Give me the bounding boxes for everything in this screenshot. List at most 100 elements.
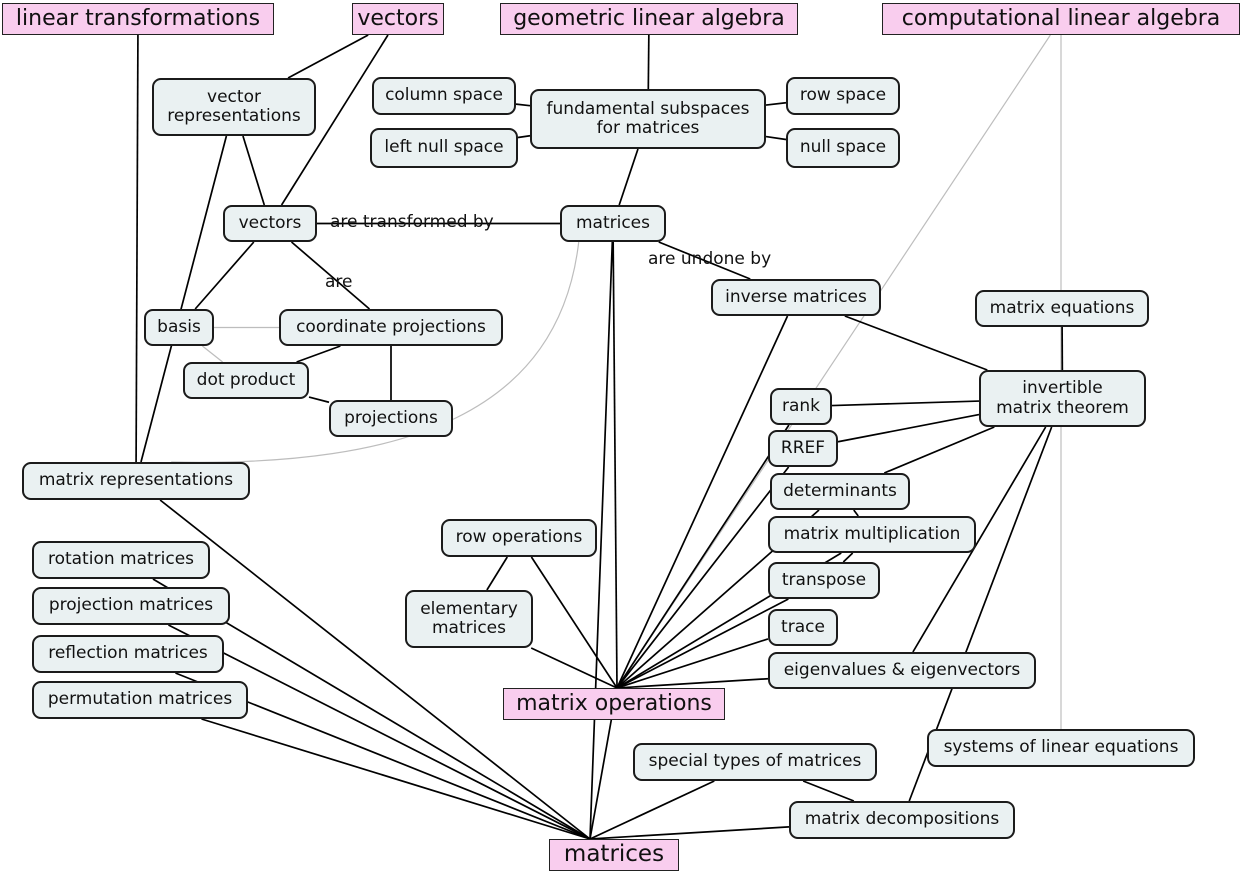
concept-node-vector-representations[interactable]: vector representations <box>152 78 316 136</box>
concept-node-systems-linear-equations[interactable]: systems of linear equations <box>927 729 1195 767</box>
edge-label-are-undone-by: are undone by <box>648 249 772 269</box>
concept-node-special-types-matrices[interactable]: special types of matrices <box>633 743 877 781</box>
node-label: rotation matrices <box>47 549 195 570</box>
concept-node-dot-product[interactable]: dot product <box>183 362 309 399</box>
edge-dot-product-to-projections <box>308 396 330 404</box>
node-label: RREF <box>780 437 826 458</box>
concept-node-matrices-node[interactable]: matrices <box>560 205 666 242</box>
edge-vector-representations-to-vectors <box>242 135 266 206</box>
concept-node-left-null-space[interactable]: left null space <box>370 128 518 168</box>
node-label: determinants <box>783 480 897 501</box>
concept-node-reflection-matrices[interactable]: reflection matrices <box>32 635 224 673</box>
node-label: vectors <box>357 5 439 31</box>
node-label: elementary matrices <box>420 598 518 638</box>
topic-node-matrices-topic[interactable]: matrices <box>549 839 679 871</box>
concept-node-invertible-matrix-theorem[interactable]: invertible matrix theorem <box>979 370 1146 427</box>
concept-node-eigenvalues-eigenvectors[interactable]: eigenvalues & eigenvectors <box>768 652 1036 689</box>
edge-geometric-la-to-fundamental-subspaces <box>647 34 650 90</box>
edge-fundamental-subspaces-to-row-space <box>765 101 787 106</box>
node-label: trace <box>781 616 825 637</box>
concept-node-matrix-multiplication[interactable]: matrix multiplication <box>768 516 976 553</box>
node-label: coordinate projections <box>296 316 486 337</box>
node-label: left null space <box>384 137 504 158</box>
edge-special-types-matrices-to-matrix-decompositions <box>802 780 855 802</box>
node-label: matrix representations <box>38 470 234 491</box>
edge-row-operations-to-elementary-matrices <box>486 556 508 591</box>
edge-fundamental-subspaces-to-null-space <box>765 135 787 141</box>
edge-invertible-matrix-theorem-to-determinants <box>883 426 995 474</box>
edge-invertible-matrix-theorem-to-rank <box>831 400 980 407</box>
edge-row-operations-to-matrix-operations <box>530 556 618 689</box>
concept-node-permutation-matrices[interactable]: permutation matrices <box>32 681 248 719</box>
concept-node-row-operations[interactable]: row operations <box>441 519 597 557</box>
node-label: reflection matrices <box>48 643 208 664</box>
node-label: permutation matrices <box>47 689 233 710</box>
node-label: basis <box>157 316 201 337</box>
concept-node-transpose[interactable]: transpose <box>768 562 880 599</box>
node-label: geometric linear algebra <box>513 5 785 31</box>
edge-transpose-to-matrix-operations <box>616 598 789 689</box>
edge-label-are-transformed-by: are transformed by <box>330 212 494 232</box>
node-label: rank <box>781 395 821 416</box>
concept-node-matrix-representations[interactable]: matrix representations <box>22 462 250 500</box>
node-label: invertible matrix theorem <box>996 378 1129 418</box>
edge-coordinate-projections-to-dot-product <box>296 345 341 363</box>
node-label: fundamental subspaces for matrices <box>546 98 750 138</box>
node-label: inverse matrices <box>725 286 867 307</box>
edge-column-space-to-fundamental-subspaces <box>515 103 531 107</box>
node-label: null space <box>799 137 887 158</box>
concept-node-rank[interactable]: rank <box>770 388 832 425</box>
topic-node-linear-transformations[interactable]: linear transformations <box>2 3 274 35</box>
concept-map-canvas: linear transformations vectors geometric l… <box>0 0 1242 874</box>
edge-inverse-matrices-to-invertible-matrix-theorem <box>844 315 988 371</box>
node-label: transpose <box>781 569 867 590</box>
node-label: special types of matrices <box>648 751 862 772</box>
node-label: matrices <box>575 212 651 233</box>
concept-node-null-space[interactable]: null space <box>786 128 900 168</box>
concept-node-projection-matrices[interactable]: projection matrices <box>32 587 230 625</box>
edge-vector-representations-to-matrix-representations <box>140 135 228 463</box>
edge-matrices-node-to-matrix-operations <box>612 241 618 689</box>
node-label: linear transformations <box>15 5 261 31</box>
topic-node-geometric-la[interactable]: geometric linear algebra <box>500 3 798 35</box>
concept-node-row-space[interactable]: row space <box>786 77 900 115</box>
node-label: matrix decompositions <box>804 809 1000 830</box>
concept-node-projections[interactable]: projections <box>329 400 453 437</box>
concept-node-trace[interactable]: trace <box>768 609 838 646</box>
topic-node-vectors-topic[interactable]: vectors <box>352 3 444 35</box>
topic-node-matrix-operations[interactable]: matrix operations <box>503 688 725 720</box>
concept-node-basis[interactable]: basis <box>144 309 214 346</box>
edge-left-null-space-to-fundamental-subspaces <box>517 134 531 139</box>
edge-rank-to-matrix-operations <box>616 424 790 689</box>
node-label: dot product <box>196 369 296 390</box>
edge-trace-to-matrix-operations <box>616 638 769 689</box>
edge-invertible-matrix-theorem-to-rref <box>837 413 980 443</box>
edge-basis-to-dot-product <box>202 345 223 363</box>
edge-vectors-to-basis <box>194 241 255 310</box>
edge-linear-transformations-to-matrix-representations <box>135 34 139 463</box>
concept-node-determinants[interactable]: determinants <box>770 473 910 510</box>
edge-elementary-matrices-to-matrix-operations <box>530 647 618 689</box>
edge-vectors-topic-to-vector-representations <box>287 34 369 79</box>
concept-node-coordinate-projections[interactable]: coordinate projections <box>279 309 503 346</box>
node-label: row space <box>799 85 887 106</box>
node-label: projections <box>344 407 438 428</box>
topic-node-computational-la[interactable]: computational linear algebra <box>882 3 1240 35</box>
concept-node-rref[interactable]: RREF <box>768 430 838 467</box>
edge-permutation-matrices-to-matrices-topic <box>201 718 591 840</box>
node-label: systems of linear equations <box>943 737 1179 758</box>
concept-node-fundamental-subspaces[interactable]: fundamental subspaces for matrices <box>530 89 766 149</box>
concept-node-vectors[interactable]: vectors <box>223 205 317 242</box>
concept-node-inverse-matrices[interactable]: inverse matrices <box>711 279 881 316</box>
concept-node-elementary-matrices[interactable]: elementary matrices <box>405 590 533 648</box>
concept-node-matrix-decompositions[interactable]: matrix decompositions <box>789 801 1015 839</box>
concept-node-matrix-equations[interactable]: matrix equations <box>975 290 1149 327</box>
concept-node-rotation-matrices[interactable]: rotation matrices <box>32 541 210 579</box>
node-label: vector representations <box>167 86 301 126</box>
node-label: matrix multiplication <box>783 523 961 544</box>
edge-rref-to-matrix-operations <box>616 466 790 689</box>
concept-node-column-space[interactable]: column space <box>372 77 516 115</box>
edge-eigenvalues-eigenvectors-to-matrix-operations <box>616 677 769 689</box>
edge-matrix-multiplication-to-transpose <box>842 552 854 563</box>
node-label: matrices <box>563 841 665 868</box>
